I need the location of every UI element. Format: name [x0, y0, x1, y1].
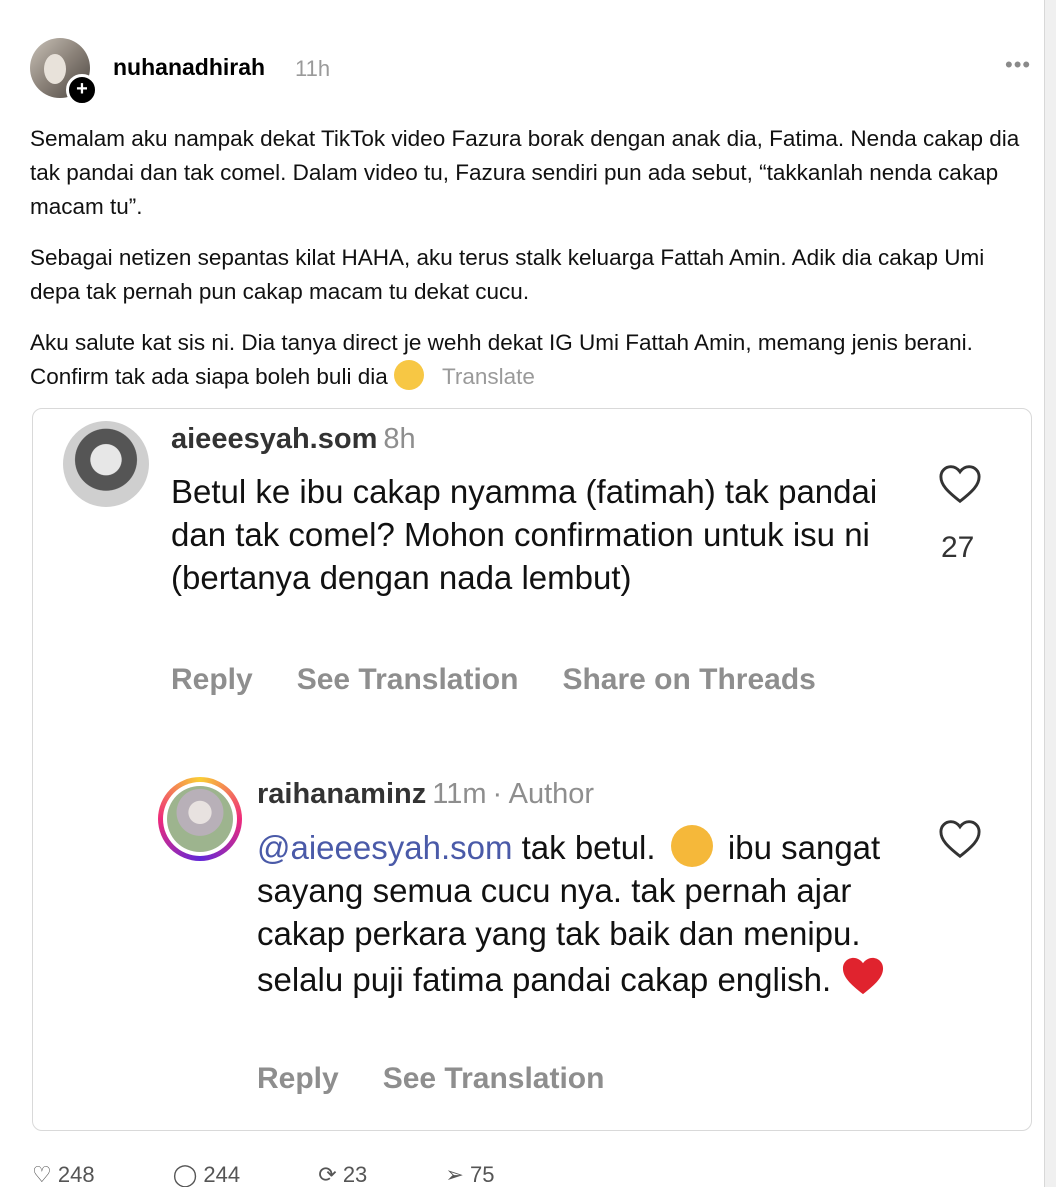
comment-count: 244	[203, 1162, 241, 1187]
reply-avatar	[167, 786, 233, 852]
reply-text: @aieeesyah.som tak betul. ibu sangat say…	[257, 825, 897, 1001]
post-body: Semalam aku nampak dekat TikTok video Fa…	[30, 122, 1030, 411]
comment-action[interactable]: ◯ 244	[173, 1162, 276, 1187]
see-translation-button[interactable]: See Translation	[297, 663, 519, 696]
share-action[interactable]: ➢ 75	[445, 1162, 530, 1187]
quoted-screenshot[interactable]: aieeesyah.som 8h Betul ke ibu cakap nyamm…	[32, 408, 1032, 1131]
reply-button[interactable]: Reply	[257, 1062, 339, 1095]
comment-time: 8h	[383, 423, 416, 455]
reply-time: 11m	[432, 778, 487, 810]
red-heart-emoji-icon	[843, 957, 884, 995]
follow-plus-icon[interactable]: +	[66, 74, 98, 106]
comment-header: aieeesyah.som 8h	[171, 423, 416, 456]
comment-username[interactable]: aieeesyah.som	[171, 423, 377, 455]
reply-text-part: tak betul.	[512, 829, 665, 866]
reply-avatar-story-ring[interactable]	[158, 777, 242, 861]
like-count: 248	[57, 1162, 95, 1187]
post-time: 11h	[295, 56, 331, 81]
heart-icon[interactable]	[938, 819, 982, 859]
reply-actions: Reply See Translation	[257, 1062, 648, 1096]
post-paragraph: Aku salute kat sis ni. Dia tanya direct …	[30, 326, 1030, 394]
post-footer: ♡ 248 ◯ 244 ⟳ 23 ➢ 75	[32, 1162, 566, 1187]
more-options-icon[interactable]: •••	[1005, 52, 1031, 78]
share-on-threads-button[interactable]: Share on Threads	[562, 663, 815, 696]
comment-avatar[interactable]	[63, 421, 149, 507]
comment-text: Betul ke ibu cakap nyamma (fatimah) tak …	[171, 473, 878, 596]
share-count: 75	[469, 1162, 495, 1187]
post-paragraph: Sebagai netizen sepantas kilat HAHA, aku…	[30, 245, 985, 304]
laughing-emoji-icon	[393, 360, 424, 390]
reply-header: raihanaminz 11m · Author	[257, 778, 594, 811]
comment-like-count: 27	[941, 531, 975, 564]
reply-button[interactable]: Reply	[171, 663, 253, 696]
translate-link[interactable]: Translate	[442, 364, 535, 389]
repost-action[interactable]: ⟳ 23	[318, 1162, 403, 1187]
mention-link[interactable]: @aieeesyah.som	[257, 829, 512, 866]
smiling-emoji-icon	[670, 825, 713, 867]
see-translation-button[interactable]: See Translation	[383, 1062, 605, 1095]
like-action[interactable]: ♡ 248	[32, 1162, 131, 1187]
post-card: + nuhanadhirah 11h ••• Semalam aku nampa…	[0, 0, 1045, 1187]
post-username[interactable]: nuhanadhirah	[113, 54, 265, 81]
post-paragraph: Semalam aku nampak dekat TikTok video Fa…	[30, 126, 1020, 219]
repost-count: 23	[342, 1162, 368, 1187]
author-tag: · Author	[492, 778, 595, 810]
heart-icon[interactable]	[938, 464, 982, 504]
post-header: + nuhanadhirah 11h •••	[30, 38, 1031, 106]
reply-username[interactable]: raihanaminz	[257, 778, 426, 810]
comment-actions: Reply See Translation Share on Threads	[171, 663, 860, 697]
